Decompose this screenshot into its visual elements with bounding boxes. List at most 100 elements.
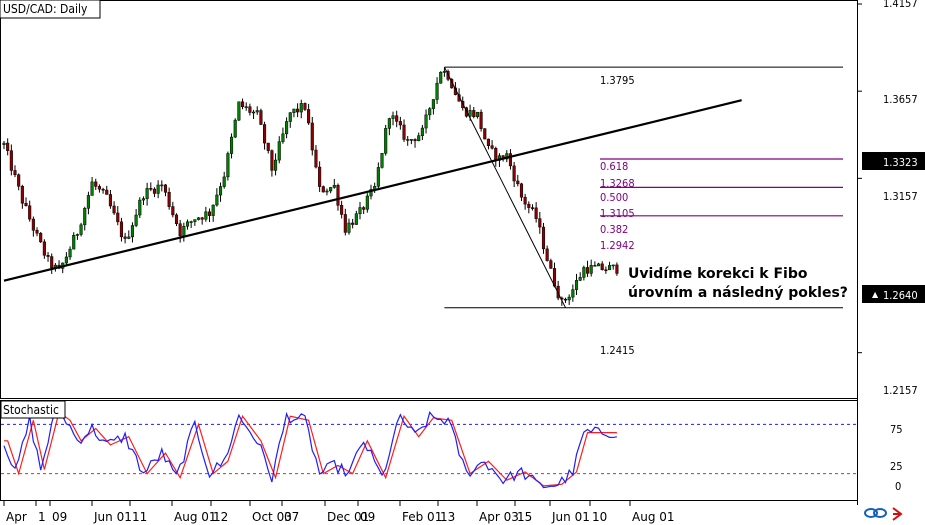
candle-body — [6, 142, 10, 151]
swing-high-label: 1.3795 — [600, 74, 635, 87]
candle-body — [321, 186, 325, 193]
candle-body — [218, 186, 223, 196]
x-tick-label: 12 — [213, 510, 228, 524]
candle-body — [545, 248, 549, 261]
candle-body — [277, 141, 281, 161]
candle-body — [332, 184, 336, 188]
candle-body — [589, 265, 593, 274]
candle-body — [182, 226, 186, 237]
candle-body — [420, 127, 424, 136]
candle-body — [189, 221, 193, 223]
candle-body — [512, 165, 516, 182]
candle-body — [160, 184, 164, 187]
stoch-tick-25: 25 — [890, 460, 903, 473]
candle-body — [314, 149, 318, 168]
candle-body — [406, 139, 410, 141]
candle-body — [112, 205, 116, 214]
candle-body — [211, 204, 215, 216]
candle-body — [233, 119, 237, 138]
candle-body — [387, 118, 391, 129]
candle-body — [398, 121, 402, 126]
candle-body — [97, 186, 101, 190]
candle-body — [248, 106, 252, 113]
candle-body — [68, 248, 72, 258]
candle-body — [365, 195, 369, 210]
stochastic-label: Stochastic — [3, 403, 59, 417]
candle-body — [17, 174, 21, 187]
candle-body — [490, 145, 494, 149]
fib-value-0382: 1.2942 — [600, 239, 635, 252]
x-tick-label: Apr — [6, 510, 27, 524]
candle-body — [442, 71, 446, 73]
candle-body — [31, 218, 35, 231]
candle-body — [431, 99, 435, 109]
candle-body — [424, 114, 428, 129]
candle-body — [145, 188, 149, 199]
candle-body — [141, 198, 146, 201]
candle-body — [563, 298, 568, 301]
candle-body — [358, 207, 362, 214]
x-tick-label: 11 — [132, 510, 147, 524]
candle-body — [523, 196, 527, 205]
candle-body — [39, 232, 43, 243]
candle-body — [340, 205, 344, 215]
candle-body — [149, 188, 153, 190]
price-arrow-icon: ▲ — [872, 290, 879, 299]
candle-body — [134, 214, 138, 226]
candle-body — [567, 296, 571, 301]
swing-low-label: 1.2415 — [600, 344, 635, 357]
candle-body — [303, 103, 307, 110]
candle-body — [185, 221, 190, 227]
candle-body — [494, 148, 498, 161]
candle-body — [116, 212, 120, 223]
candle-body — [2, 142, 6, 145]
candle-body — [310, 122, 314, 151]
candle-body — [376, 167, 380, 187]
candle-body — [483, 128, 487, 140]
candle-body — [417, 135, 421, 142]
candle-body — [174, 214, 179, 224]
x-tick-label: Aug 01 — [174, 510, 217, 524]
candle-body — [9, 150, 13, 171]
candle-body — [266, 142, 270, 151]
candle-body — [274, 159, 278, 171]
candle-body — [534, 207, 538, 219]
candle-body — [241, 101, 245, 108]
candle-body — [574, 280, 579, 290]
candle-body — [541, 226, 546, 250]
candle-body — [475, 111, 479, 117]
fib-ratio-0382: 0.382 — [600, 223, 628, 236]
candle-body — [549, 260, 553, 269]
candle-body — [527, 203, 531, 208]
candle-body — [288, 112, 292, 122]
candle-body — [582, 267, 586, 278]
candle-body — [571, 289, 575, 298]
fib-ratio-0500: 0.500 — [600, 191, 628, 204]
candle-body — [296, 108, 300, 113]
candle-body — [215, 194, 219, 206]
candle-body — [409, 139, 413, 141]
candle-body — [402, 124, 406, 140]
candle-body — [75, 234, 79, 236]
candle-body — [516, 180, 520, 185]
candle-body — [285, 121, 289, 135]
candle-body — [178, 223, 182, 237]
stoch-tick-75: 75 — [890, 423, 903, 436]
x-tick-label: Apr 03 — [479, 510, 519, 524]
candle-body — [101, 188, 105, 191]
candle-body — [64, 256, 68, 264]
x-tick-label: Aug 01 — [632, 510, 675, 524]
x-tick-label: 1 — [38, 510, 46, 524]
candle-body — [307, 109, 311, 124]
candle-body — [86, 195, 90, 209]
candle-body — [259, 110, 263, 125]
candle-body — [130, 225, 134, 238]
x-tick-label: 09 — [360, 510, 375, 524]
candle-body — [530, 207, 535, 209]
candle-body — [384, 128, 388, 154]
candle-body — [28, 205, 32, 220]
candle-body — [229, 136, 234, 154]
candle-body — [486, 138, 490, 146]
candle-body — [292, 108, 296, 113]
x-tick-label: 15 — [517, 510, 532, 524]
